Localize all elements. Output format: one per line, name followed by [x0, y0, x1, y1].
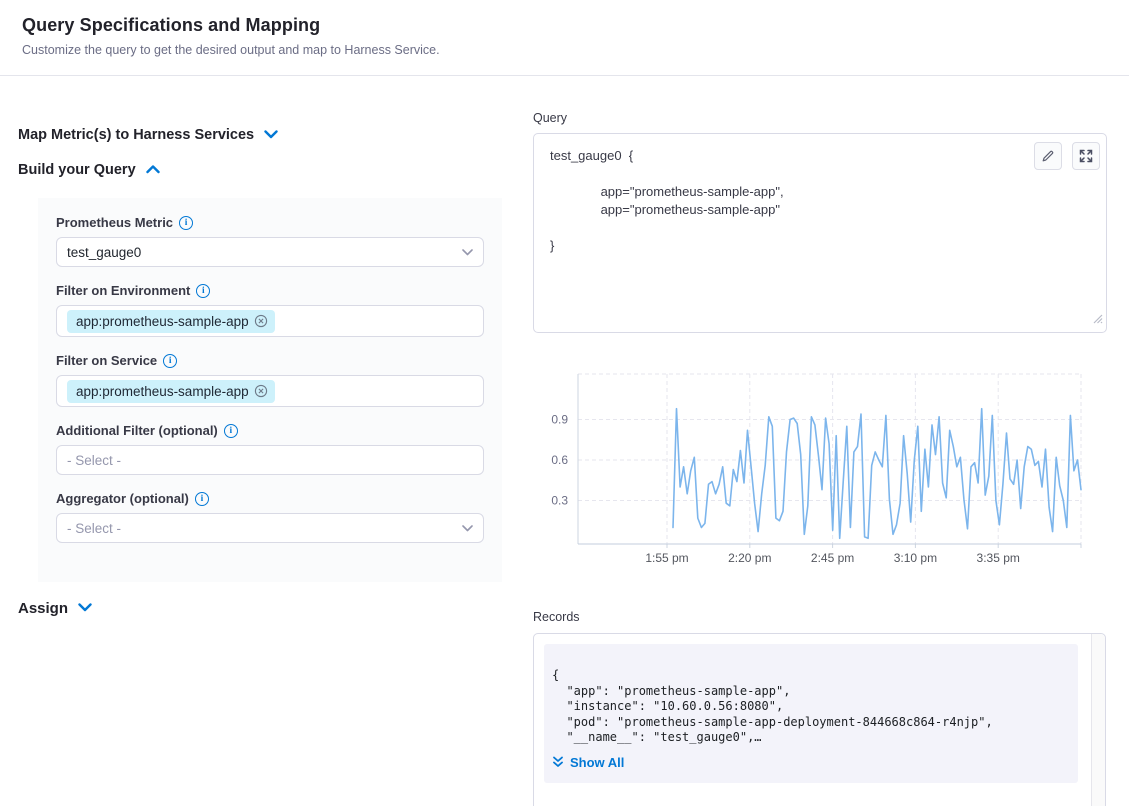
- section-build-query-label: Build your Query: [18, 162, 136, 178]
- aggregator-input[interactable]: [67, 521, 473, 536]
- field-filter-environment: Filter on Environment i app:prometheus-s…: [56, 283, 484, 337]
- environment-filter-chip: app:prometheus-sample-app: [67, 310, 275, 333]
- aggregator-label: Aggregator (optional): [56, 491, 189, 506]
- record-json: { "app": "prometheus-sample-app", "insta…: [552, 668, 1078, 746]
- section-map-metrics[interactable]: Map Metric(s) to Harness Services: [18, 126, 278, 144]
- section-map-metrics-label: Map Metric(s) to Harness Services: [18, 127, 254, 143]
- fullscreen-icon: [1079, 149, 1093, 163]
- expand-query-button[interactable]: [1072, 142, 1100, 170]
- field-filter-service: Filter on Service i app:prometheus-sampl…: [56, 353, 484, 407]
- info-icon[interactable]: i: [163, 354, 177, 368]
- build-query-panel: Prometheus Metric i Filter on Environmen…: [38, 198, 502, 582]
- additional-filter-select[interactable]: [56, 445, 484, 475]
- records-section-label: Records: [533, 610, 580, 624]
- x-axis-label: 2:20 pm: [728, 551, 771, 565]
- record-card: { "app": "prometheus-sample-app", "insta…: [544, 644, 1078, 783]
- chevron-down-icon: [462, 519, 473, 537]
- filter-environment-label: Filter on Environment: [56, 283, 190, 298]
- query-section-label: Query: [533, 111, 567, 125]
- chevron-down-icon: [78, 599, 92, 617]
- page-subtitle: Customize the query to get the desired o…: [22, 43, 1107, 57]
- filter-service-input[interactable]: app:prometheus-sample-app: [56, 375, 484, 407]
- section-assign-label: Assign: [18, 600, 68, 617]
- field-aggregator: Aggregator (optional) i: [56, 491, 484, 543]
- filter-environment-input[interactable]: app:prometheus-sample-app: [56, 305, 484, 337]
- line-chart: 0.9 0.6 0.3 1:55 pm 2:20 pm 2:45 pm 3:10 pm 3:3…: [533, 365, 1107, 570]
- chevron-down-icon: [264, 126, 278, 144]
- page-header: Query Specifications and Mapping Customi…: [0, 0, 1129, 76]
- aggregator-label-row: Aggregator (optional) i: [56, 491, 484, 506]
- service-filter-chip-label: app:prometheus-sample-app: [76, 384, 249, 399]
- query-editor[interactable]: test_gauge0 { app="prometheus-sample-app…: [533, 133, 1107, 333]
- filter-environment-label-row: Filter on Environment i: [56, 283, 484, 298]
- filter-service-label: Filter on Service: [56, 353, 157, 368]
- y-axis-label: 0.6: [551, 453, 568, 467]
- x-axis-label: 3:10 pm: [894, 551, 937, 565]
- query-specifications-page: Query Specifications and Mapping Customi…: [0, 0, 1129, 806]
- metric-series-line: [673, 409, 1081, 539]
- records-scrollbar[interactable]: [1091, 634, 1105, 806]
- pencil-icon: [1041, 149, 1055, 163]
- edit-query-button[interactable]: [1034, 142, 1062, 170]
- additional-filter-label: Additional Filter (optional): [56, 423, 218, 438]
- chip-remove-icon[interactable]: [254, 384, 268, 398]
- prometheus-metric-label: Prometheus Metric: [56, 215, 173, 230]
- resize-grip[interactable]: [1092, 311, 1103, 329]
- chip-remove-icon[interactable]: [254, 314, 268, 328]
- prometheus-metric-label-row: Prometheus Metric i: [56, 215, 484, 230]
- environment-filter-chip-label: app:prometheus-sample-app: [76, 314, 249, 329]
- y-axis-label: 0.3: [551, 494, 568, 508]
- prometheus-metric-input[interactable]: [67, 245, 473, 260]
- filter-service-label-row: Filter on Service i: [56, 353, 484, 368]
- info-icon[interactable]: i: [196, 284, 210, 298]
- page-title: Query Specifications and Mapping: [22, 15, 1107, 36]
- service-filter-chip: app:prometheus-sample-app: [67, 380, 275, 403]
- info-icon[interactable]: i: [224, 424, 238, 438]
- additional-filter-input[interactable]: [67, 453, 473, 468]
- metric-timeseries-chart: 0.9 0.6 0.3 1:55 pm 2:20 pm 2:45 pm 3:10 pm 3:3…: [533, 365, 1107, 570]
- y-axis-label: 0.9: [551, 413, 568, 427]
- show-all-link[interactable]: Show All: [552, 755, 1078, 770]
- field-prometheus-metric: Prometheus Metric i: [56, 215, 484, 267]
- x-axis-label: 1:55 pm: [645, 551, 688, 565]
- section-assign[interactable]: Assign: [18, 599, 92, 617]
- double-chevron-down-icon: [552, 756, 564, 768]
- info-icon[interactable]: i: [195, 492, 209, 506]
- prometheus-metric-select[interactable]: [56, 237, 484, 267]
- chevron-down-icon: [462, 243, 473, 261]
- x-axis-label: 2:45 pm: [811, 551, 854, 565]
- info-icon[interactable]: i: [179, 216, 193, 230]
- query-text: test_gauge0 { app="prometheus-sample-app…: [534, 134, 1106, 255]
- chevron-up-icon: [146, 161, 160, 179]
- records-container: { "app": "prometheus-sample-app", "insta…: [533, 633, 1106, 806]
- aggregator-select[interactable]: [56, 513, 484, 543]
- additional-filter-label-row: Additional Filter (optional) i: [56, 423, 484, 438]
- section-build-query[interactable]: Build your Query: [18, 161, 160, 179]
- query-toolbar: [1034, 142, 1100, 170]
- field-additional-filter: Additional Filter (optional) i: [56, 423, 484, 475]
- show-all-label: Show All: [570, 755, 624, 770]
- x-axis-label: 3:35 pm: [977, 551, 1020, 565]
